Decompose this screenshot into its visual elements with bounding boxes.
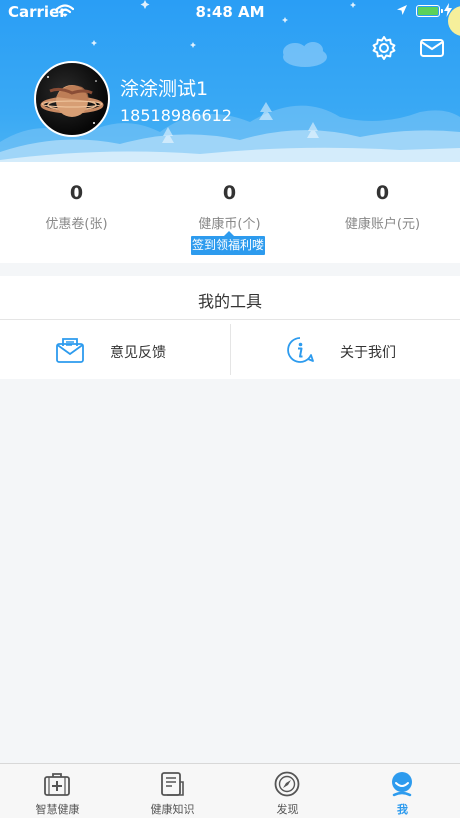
sign-in-reward-badge[interactable]: 签到领福利喽 xyxy=(191,231,265,255)
stat-label: 健康账户(元) xyxy=(344,217,421,232)
info-icon xyxy=(287,337,314,363)
about-us-button[interactable]: 关于我们 xyxy=(230,320,460,379)
location-arrow-icon xyxy=(397,5,407,15)
feedback-label: 意见反馈 xyxy=(110,345,166,361)
feedback-envelope-icon xyxy=(56,338,84,363)
user-phone: 18518986612 xyxy=(120,106,232,125)
stat-coupons[interactable]: 0 优惠卷(张) xyxy=(0,162,153,263)
gear-icon[interactable] xyxy=(370,34,398,62)
stat-health-account[interactable]: 0 健康账户(元) xyxy=(306,162,459,263)
avatar[interactable] xyxy=(34,61,110,137)
stat-value: 0 xyxy=(375,182,390,204)
profile-header: Carrier 8:48 AM 涂涂测试1 18518986612 xyxy=(0,0,460,162)
tab-label: 发现 xyxy=(276,803,299,816)
charging-bolt-icon xyxy=(444,3,452,17)
user-name: 涂涂测试1 xyxy=(120,78,209,100)
about-us-label: 关于我们 xyxy=(340,345,396,361)
tab-me[interactable]: 我 xyxy=(345,764,460,818)
medical-kit-icon xyxy=(44,773,70,796)
compass-icon xyxy=(274,771,300,797)
tab-smart-health[interactable]: 智慧健康 xyxy=(0,764,115,818)
profile-screen: Carrier 8:48 AM 涂涂测试1 18518986612 0 优惠卷(… xyxy=(0,0,460,818)
feedback-button[interactable]: 意见反馈 xyxy=(0,320,230,379)
mail-icon[interactable] xyxy=(418,34,446,62)
tab-label: 健康知识 xyxy=(150,803,195,816)
tab-label: 智慧健康 xyxy=(35,803,80,816)
tab-health-knowledge[interactable]: 健康知识 xyxy=(115,764,230,818)
tab-discover[interactable]: 发现 xyxy=(230,764,345,818)
status-bar: Carrier 8:48 AM xyxy=(0,0,460,24)
tools-grid: 意见反馈 关于我们 xyxy=(0,320,460,379)
battery-icon xyxy=(416,5,443,17)
clock: 8:48 AM xyxy=(195,3,265,21)
tools-title: 我的工具 xyxy=(197,292,262,311)
stat-label: 健康币(个) xyxy=(198,217,261,232)
stat-value: 0 xyxy=(222,182,237,204)
tools-section-header: 我的工具 xyxy=(0,276,460,320)
bottom-tab-bar: 智慧健康 健康知识 发现 我 xyxy=(0,763,460,818)
user-icon xyxy=(392,772,412,797)
stat-value: 0 xyxy=(69,182,84,204)
stat-label: 优惠卷(张) xyxy=(45,217,108,232)
tab-label: 我 xyxy=(397,803,408,816)
document-list-icon xyxy=(161,772,184,796)
avatar-image xyxy=(40,76,104,124)
